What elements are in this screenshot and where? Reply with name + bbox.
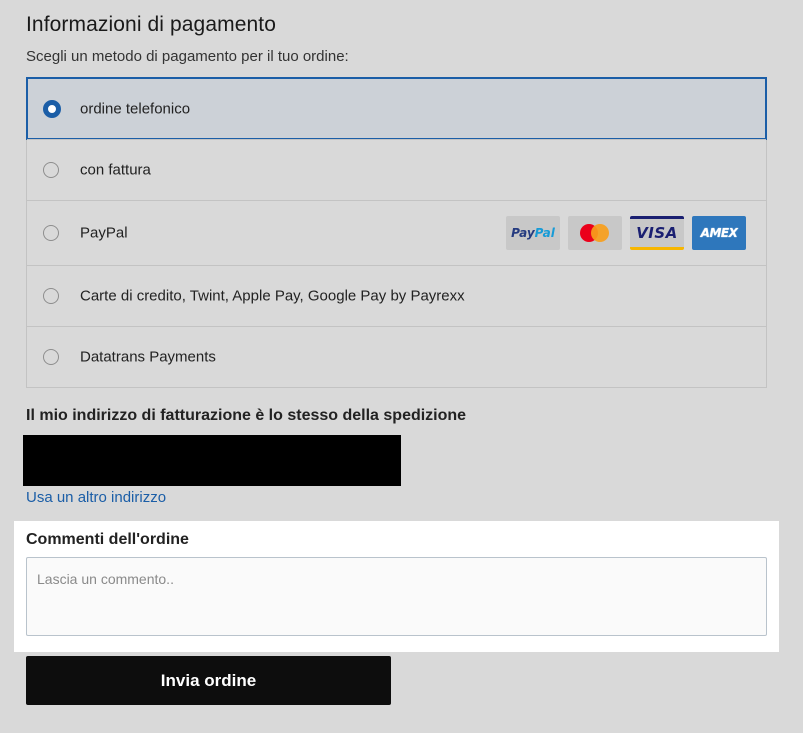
radio-button[interactable] [43, 288, 59, 304]
payment-method-label: Datatrans Payments [80, 348, 216, 366]
payment-method-datatrans[interactable]: Datatrans Payments [27, 326, 766, 387]
use-other-address-link[interactable]: Usa un altro indirizzo [26, 489, 166, 506]
paypal-logo: PayPal [506, 216, 560, 250]
payment-method-list: ordine telefonico con fattura PayPal Pay… [26, 77, 767, 388]
payment-method-label: ordine telefonico [80, 100, 191, 117]
amex-logo: AMEX [692, 216, 746, 250]
submit-order-button[interactable]: Invia ordine [26, 656, 391, 705]
payment-method-invoice[interactable]: con fattura [27, 139, 766, 200]
payment-subtitle: Scegli un metodo di pagamento per il tuo… [26, 48, 349, 65]
payment-method-label: Carte di credito, Twint, Apple Pay, Goog… [80, 287, 465, 305]
payment-method-label: PayPal [80, 224, 128, 242]
radio-button[interactable] [43, 162, 59, 178]
radio-button[interactable] [43, 225, 59, 241]
order-comments-label: Commenti dell'ordine [26, 531, 189, 548]
payment-method-paypal[interactable]: PayPal PayPal VISA AMEX [27, 200, 766, 265]
payment-logos: PayPal VISA AMEX [506, 216, 746, 250]
order-comments-panel: Commenti dell'ordine [14, 521, 779, 652]
redacted-address-block [23, 435, 401, 486]
page-title: Informazioni di pagamento [26, 13, 276, 36]
visa-logo: VISA [630, 216, 684, 250]
radio-button[interactable] [43, 349, 59, 365]
billing-address-heading: Il mio indirizzo di fatturazione è lo st… [26, 407, 467, 424]
order-comments-input[interactable] [26, 557, 767, 636]
payment-method-label: con fattura [80, 161, 151, 179]
payment-method-phone-order[interactable]: ordine telefonico [26, 77, 767, 140]
payment-method-payrexx[interactable]: Carte di credito, Twint, Apple Pay, Goog… [27, 265, 766, 326]
mastercard-logo [568, 216, 622, 250]
radio-button-selected[interactable] [43, 99, 61, 118]
